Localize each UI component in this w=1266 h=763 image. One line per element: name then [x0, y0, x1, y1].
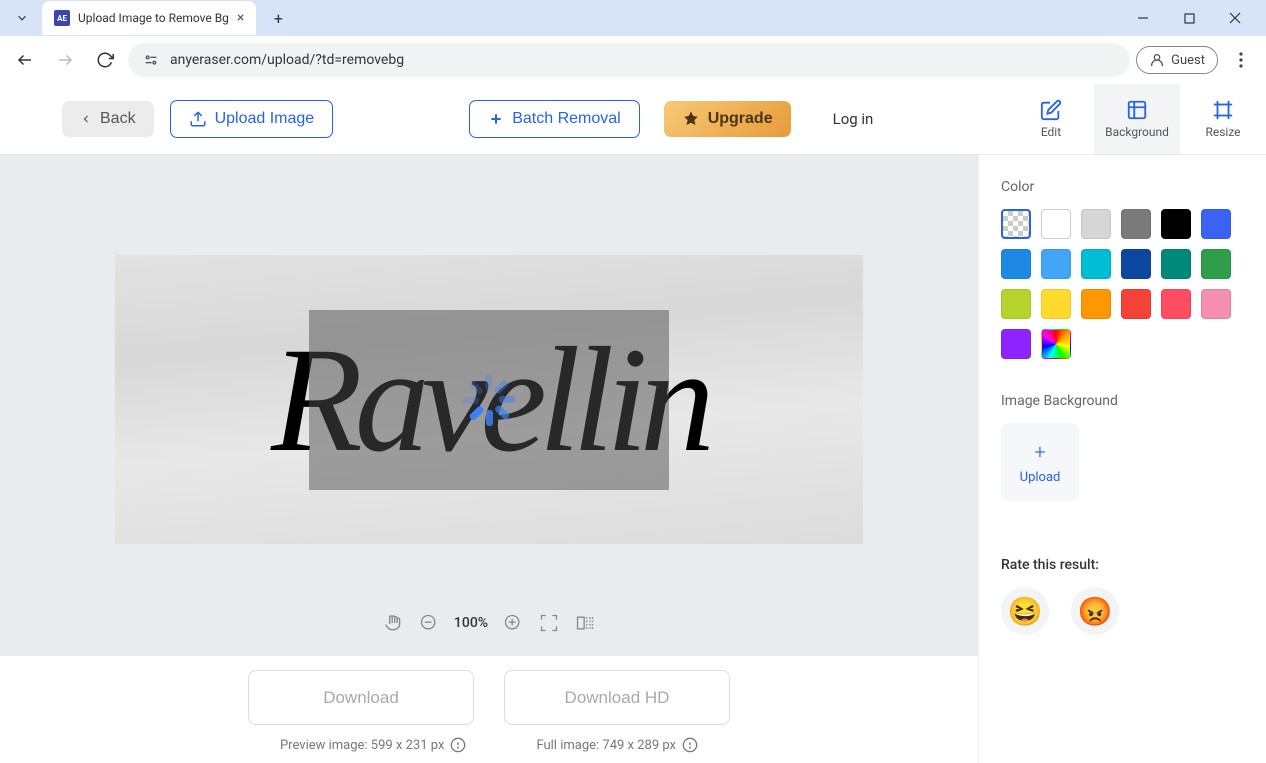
rate-angry-button[interactable]: 😡 [1071, 587, 1119, 635]
compare-button[interactable] [574, 612, 596, 634]
sidebar: Color Image Background + Upload Rate thi… [978, 155, 1266, 763]
zoom-in-button[interactable] [502, 612, 524, 634]
rate-happy-button[interactable]: 😆 [1001, 587, 1049, 635]
back-nav-button[interactable]: Back [62, 101, 154, 137]
color-swatch-teal[interactable] [1081, 249, 1111, 279]
loading-overlay [309, 310, 669, 490]
spinner-icon [461, 372, 517, 428]
upload-image-label: Upload Image [215, 110, 315, 128]
download-button[interactable]: Download [248, 670, 474, 725]
minimize-button[interactable] [1120, 1, 1166, 35]
url-text: anyeraser.com/upload/?td=removebg [170, 52, 404, 68]
zoom-controls: 100% [382, 612, 596, 634]
batch-removal-label: Batch Removal [512, 110, 621, 128]
info-icon[interactable] [450, 737, 466, 753]
color-swatch-pink-red[interactable] [1161, 289, 1191, 319]
color-swatch-gray[interactable] [1121, 209, 1151, 239]
download-bar: Download Download HD Preview image: 599 … [0, 656, 978, 763]
canvas-area: Ravellin 100% Download Download HD Pre [0, 155, 978, 763]
color-grid [1001, 209, 1244, 359]
app-header: Back Upload Image Batch Removal Upgrade … [0, 84, 1266, 155]
edit-tool[interactable]: Edit [1008, 84, 1094, 154]
header-tools: Edit Background Resize [1008, 84, 1266, 154]
tab-search-button[interactable] [8, 4, 36, 32]
color-swatch-pink[interactable] [1201, 289, 1231, 319]
new-tab-button[interactable]: + [264, 4, 292, 32]
upload-image-button[interactable]: Upload Image [170, 100, 334, 138]
zoom-out-button[interactable] [418, 612, 440, 634]
back-label: Back [100, 110, 136, 128]
url-bar[interactable]: anyeraser.com/upload/?td=removebg [128, 43, 1130, 77]
preview-size-meta: Preview image: 599 x 231 px [280, 737, 466, 753]
color-swatch-navy[interactable] [1121, 249, 1151, 279]
forward-button[interactable] [48, 43, 82, 77]
upload-background-card[interactable]: + Upload [1001, 423, 1079, 501]
reload-button[interactable] [88, 43, 122, 77]
plus-icon: + [1034, 440, 1045, 464]
color-swatch-yellow[interactable] [1041, 289, 1071, 319]
main-area: Ravellin 100% Download Download HD Pre [0, 155, 1266, 763]
color-swatch-green[interactable] [1161, 249, 1191, 279]
color-swatch-blue[interactable] [1201, 209, 1231, 239]
color-swatch-light-gray[interactable] [1081, 209, 1111, 239]
tab-title: Upload Image to Remove Bg [78, 11, 229, 25]
upgrade-button[interactable]: Upgrade [664, 101, 791, 137]
guest-label: Guest [1171, 53, 1205, 68]
login-link[interactable]: Log in [833, 110, 874, 128]
download-hd-button[interactable]: Download HD [504, 670, 730, 725]
rate-section-label: Rate this result: [1001, 557, 1244, 573]
back-button[interactable] [8, 43, 42, 77]
color-section-label: Color [1001, 179, 1244, 195]
zoom-percentage: 100% [454, 615, 488, 631]
resize-tool[interactable]: Resize [1180, 84, 1266, 154]
background-tool-label: Background [1105, 125, 1169, 139]
profile-badge[interactable]: Guest [1136, 46, 1218, 74]
batch-removal-button[interactable]: Batch Removal [469, 100, 640, 138]
upload-bg-label: Upload [1020, 470, 1061, 485]
image-bg-section-label: Image Background [1001, 393, 1244, 409]
background-tool[interactable]: Background [1094, 84, 1180, 154]
color-swatch-sky-blue[interactable] [1001, 249, 1031, 279]
browser-chrome: AE Upload Image to Remove Bg × + anyeras… [0, 0, 1266, 84]
edit-tool-label: Edit [1041, 125, 1061, 139]
image-preview[interactable]: Ravellin [115, 255, 863, 544]
color-swatch-emerald[interactable] [1201, 249, 1231, 279]
color-swatch-light-blue[interactable] [1041, 249, 1071, 279]
pan-hand-icon[interactable] [382, 612, 404, 634]
color-swatch-rainbow[interactable] [1041, 329, 1071, 359]
browser-tab[interactable]: AE Upload Image to Remove Bg × [42, 1, 256, 35]
browser-menu-button[interactable] [1224, 43, 1258, 77]
color-swatch-transparent[interactable] [1001, 209, 1031, 239]
resize-tool-label: Resize [1205, 125, 1240, 139]
color-swatch-lime[interactable] [1001, 289, 1031, 319]
maximize-button[interactable] [1166, 1, 1212, 35]
close-window-button[interactable] [1212, 1, 1258, 35]
color-swatch-purple[interactable] [1001, 329, 1031, 359]
window-controls [1120, 1, 1258, 35]
favicon: AE [54, 10, 70, 26]
color-swatch-red[interactable] [1121, 289, 1151, 319]
tab-close-icon[interactable]: × [237, 10, 244, 26]
site-settings-icon[interactable] [142, 51, 160, 69]
full-size-meta: Full image: 749 x 289 px [536, 737, 698, 753]
address-bar: anyeraser.com/upload/?td=removebg Guest [0, 36, 1266, 84]
rate-row: 😆 😡 [1001, 587, 1244, 635]
upgrade-label: Upgrade [708, 110, 773, 128]
color-swatch-orange[interactable] [1081, 289, 1111, 319]
color-swatch-black[interactable] [1161, 209, 1191, 239]
info-icon[interactable] [682, 737, 698, 753]
fullscreen-button[interactable] [538, 612, 560, 634]
tab-bar: AE Upload Image to Remove Bg × + [0, 0, 1266, 36]
color-swatch-white[interactable] [1041, 209, 1071, 239]
